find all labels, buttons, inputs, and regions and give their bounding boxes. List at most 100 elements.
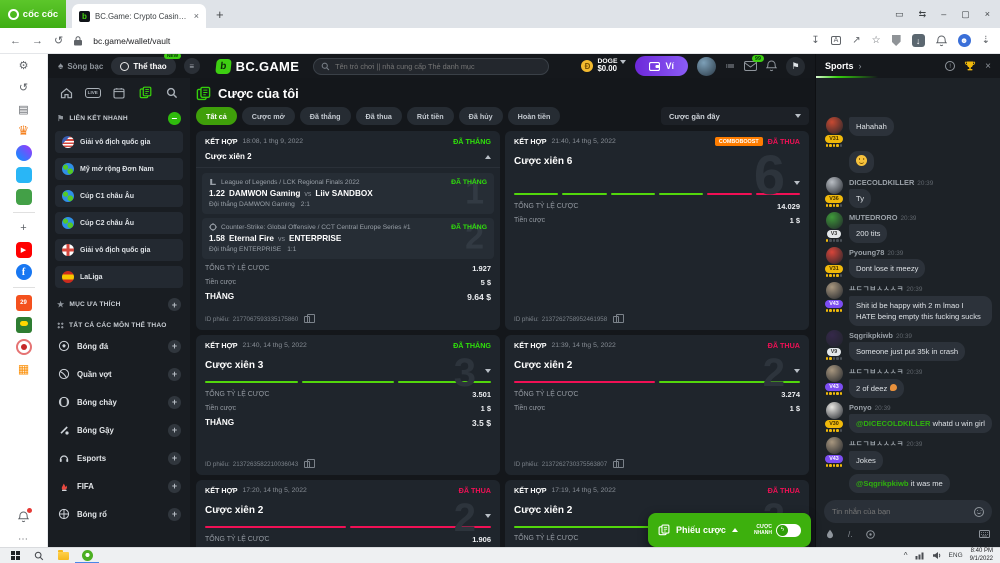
forward-button[interactable]: →	[32, 35, 43, 47]
mode-menu-icon[interactable]: ≡	[184, 58, 200, 74]
expand-sport-button[interactable]: +	[168, 452, 181, 465]
slash-command-icon[interactable]: /.	[848, 530, 852, 539]
live-icon[interactable]: LIVE	[85, 85, 100, 100]
close-chat-icon[interactable]: ×	[985, 61, 991, 72]
window-minimize-button[interactable]: –	[941, 9, 946, 19]
user-avatar[interactable]	[826, 247, 843, 264]
sidebar-bell-icon[interactable]	[16, 509, 32, 525]
filter-pill-4[interactable]: Rút tiền	[407, 107, 454, 125]
betslip-button[interactable]: Phiếu cược CƯỢCNHANH ϟ	[648, 513, 811, 547]
tab-layout-icon[interactable]: ▭	[895, 9, 904, 20]
new-tab-button[interactable]: +	[216, 7, 224, 22]
browser-profile-avatar[interactable]: ☻	[958, 34, 971, 47]
download-page-icon[interactable]: ↧	[811, 35, 819, 46]
notification-bell-icon[interactable]	[936, 35, 947, 47]
games-icon[interactable]	[16, 189, 32, 205]
home-icon[interactable]	[59, 85, 74, 100]
quick-bet-toggle[interactable]: ϟ	[776, 524, 801, 537]
wallet-button[interactable]: Ví	[635, 56, 688, 76]
start-button[interactable]	[3, 548, 27, 563]
network-icon[interactable]	[915, 551, 925, 560]
list-menu-icon[interactable]: ≔	[725, 61, 735, 72]
add-favorite-button[interactable]: +	[168, 298, 181, 311]
chat-rules-icon[interactable]: !	[945, 61, 955, 71]
coccoc-taskbar-icon[interactable]	[75, 548, 99, 563]
expand-sport-button[interactable]: +	[168, 368, 181, 381]
copy-icon[interactable]	[304, 316, 310, 323]
sidebar-sport-item[interactable]: Esports+	[55, 447, 183, 469]
bookmark-star-icon[interactable]: ☆	[872, 35, 881, 46]
translate-icon[interactable]: A	[831, 36, 842, 45]
sidebar-sport-item[interactable]: FIFA+	[55, 475, 183, 497]
promo-calendar-icon[interactable]: 29	[16, 295, 32, 311]
shield-icon[interactable]	[892, 35, 901, 46]
sidebar-search-icon[interactable]	[164, 85, 179, 100]
user-avatar[interactable]	[826, 437, 843, 454]
sort-select[interactable]: Cược gần đây	[661, 107, 809, 125]
back-button[interactable]: ←	[10, 35, 21, 47]
trophy-icon[interactable]	[964, 60, 976, 72]
reload-button[interactable]: ↺	[54, 34, 63, 47]
copy-icon[interactable]	[613, 316, 619, 323]
more-icon[interactable]: ⋯	[16, 531, 32, 547]
search-input[interactable]	[335, 62, 541, 71]
sidebar-quick-link[interactable]: Cúp C1 châu Âu	[55, 185, 183, 207]
settings-gear-icon[interactable]: ⚙	[16, 57, 32, 73]
user-avatar[interactable]	[826, 282, 843, 299]
sidebar-quick-link[interactable]: Cúp C2 châu Âu	[55, 212, 183, 234]
chevron-right-icon[interactable]: ›	[859, 61, 862, 71]
chat-room-tab[interactable]: Sports	[825, 61, 854, 71]
sidebar-sport-item[interactable]: Quần vợt+	[55, 363, 183, 385]
promo-lottery-icon[interactable]	[16, 317, 32, 333]
expand-sport-button[interactable]: +	[168, 424, 181, 437]
browser-tab[interactable]: b BC.Game: Crypto Casino Gan ×	[72, 4, 206, 28]
tab-swap-icon[interactable]: ⇆	[919, 9, 927, 20]
sidebar-quick-link[interactable]: Giải vô địch quốc gia	[55, 131, 183, 153]
user-avatar[interactable]	[697, 57, 716, 76]
crown-icon[interactable]: ♛	[16, 123, 32, 139]
sidebar-sport-item[interactable]: Bóng Gậy+	[55, 419, 183, 441]
inbox-button[interactable]: 99	[744, 61, 757, 71]
filter-pill-0[interactable]: Tất cả	[196, 107, 237, 125]
expand-sport-button[interactable]: +	[168, 340, 181, 353]
expand-sport-button[interactable]: +	[168, 396, 181, 409]
gif-keyboard-icon[interactable]	[979, 530, 990, 538]
expand-sport-button[interactable]: +	[168, 508, 181, 521]
tab-close-icon[interactable]: ×	[194, 11, 199, 21]
coin-drop-icon[interactable]	[866, 530, 875, 539]
reading-list-icon[interactable]: ▤	[16, 101, 32, 117]
emoji-picker-icon[interactable]	[974, 507, 984, 517]
copy-icon[interactable]	[613, 461, 619, 468]
chat-toggle-icon[interactable]: ⚑	[786, 57, 805, 76]
chat-app-icon[interactable]	[16, 167, 32, 183]
user-avatar[interactable]	[826, 365, 843, 382]
sports-mode-tab[interactable]: Thể thao NEW	[111, 57, 175, 75]
sidebar-quick-link[interactable]: Giải vô địch quốc gia	[55, 239, 183, 261]
youtube-icon[interactable]: ▶	[16, 242, 32, 258]
filter-pill-5[interactable]: Đã hủy	[459, 107, 503, 125]
downloads-icon[interactable]: ⇣	[982, 35, 990, 46]
share-icon[interactable]: ↗	[852, 35, 860, 46]
bet-name-row[interactable]: Cược xiên 22	[196, 498, 500, 524]
sidebar-quick-link[interactable]: LaLiga	[55, 266, 183, 288]
window-restore-button[interactable]: ▢	[961, 9, 970, 20]
file-explorer-icon[interactable]	[51, 548, 75, 563]
window-close-button[interactable]: ×	[985, 9, 990, 19]
bet-name-row[interactable]: Cược xiên 33	[196, 353, 500, 379]
user-avatar[interactable]	[826, 212, 843, 229]
sidebar-quick-link[interactable]: Mỹ mở rộng Đơn Nam	[55, 158, 183, 180]
balance-selector[interactable]: Đ DOGE $0.00	[581, 58, 626, 74]
calendar-icon[interactable]	[112, 85, 127, 100]
filter-pill-3[interactable]: Đã thua	[356, 107, 402, 125]
user-avatar[interactable]	[826, 177, 843, 194]
bet-name-row[interactable]: Cược xiên 2	[196, 149, 500, 168]
browser-menu-button[interactable]: cốc cốc	[0, 0, 66, 28]
address-bar[interactable]: bc.game/wallet/vault	[93, 36, 170, 46]
filter-pill-2[interactable]: Đã thắng	[300, 107, 351, 125]
user-avatar[interactable]	[826, 402, 843, 419]
expand-sport-button[interactable]: +	[168, 480, 181, 493]
game-search-bar[interactable]	[313, 58, 549, 75]
volume-icon[interactable]	[932, 551, 942, 560]
bet-name-row[interactable]: Cược xiên 66	[505, 149, 809, 191]
taskbar-search-icon[interactable]	[27, 548, 51, 563]
